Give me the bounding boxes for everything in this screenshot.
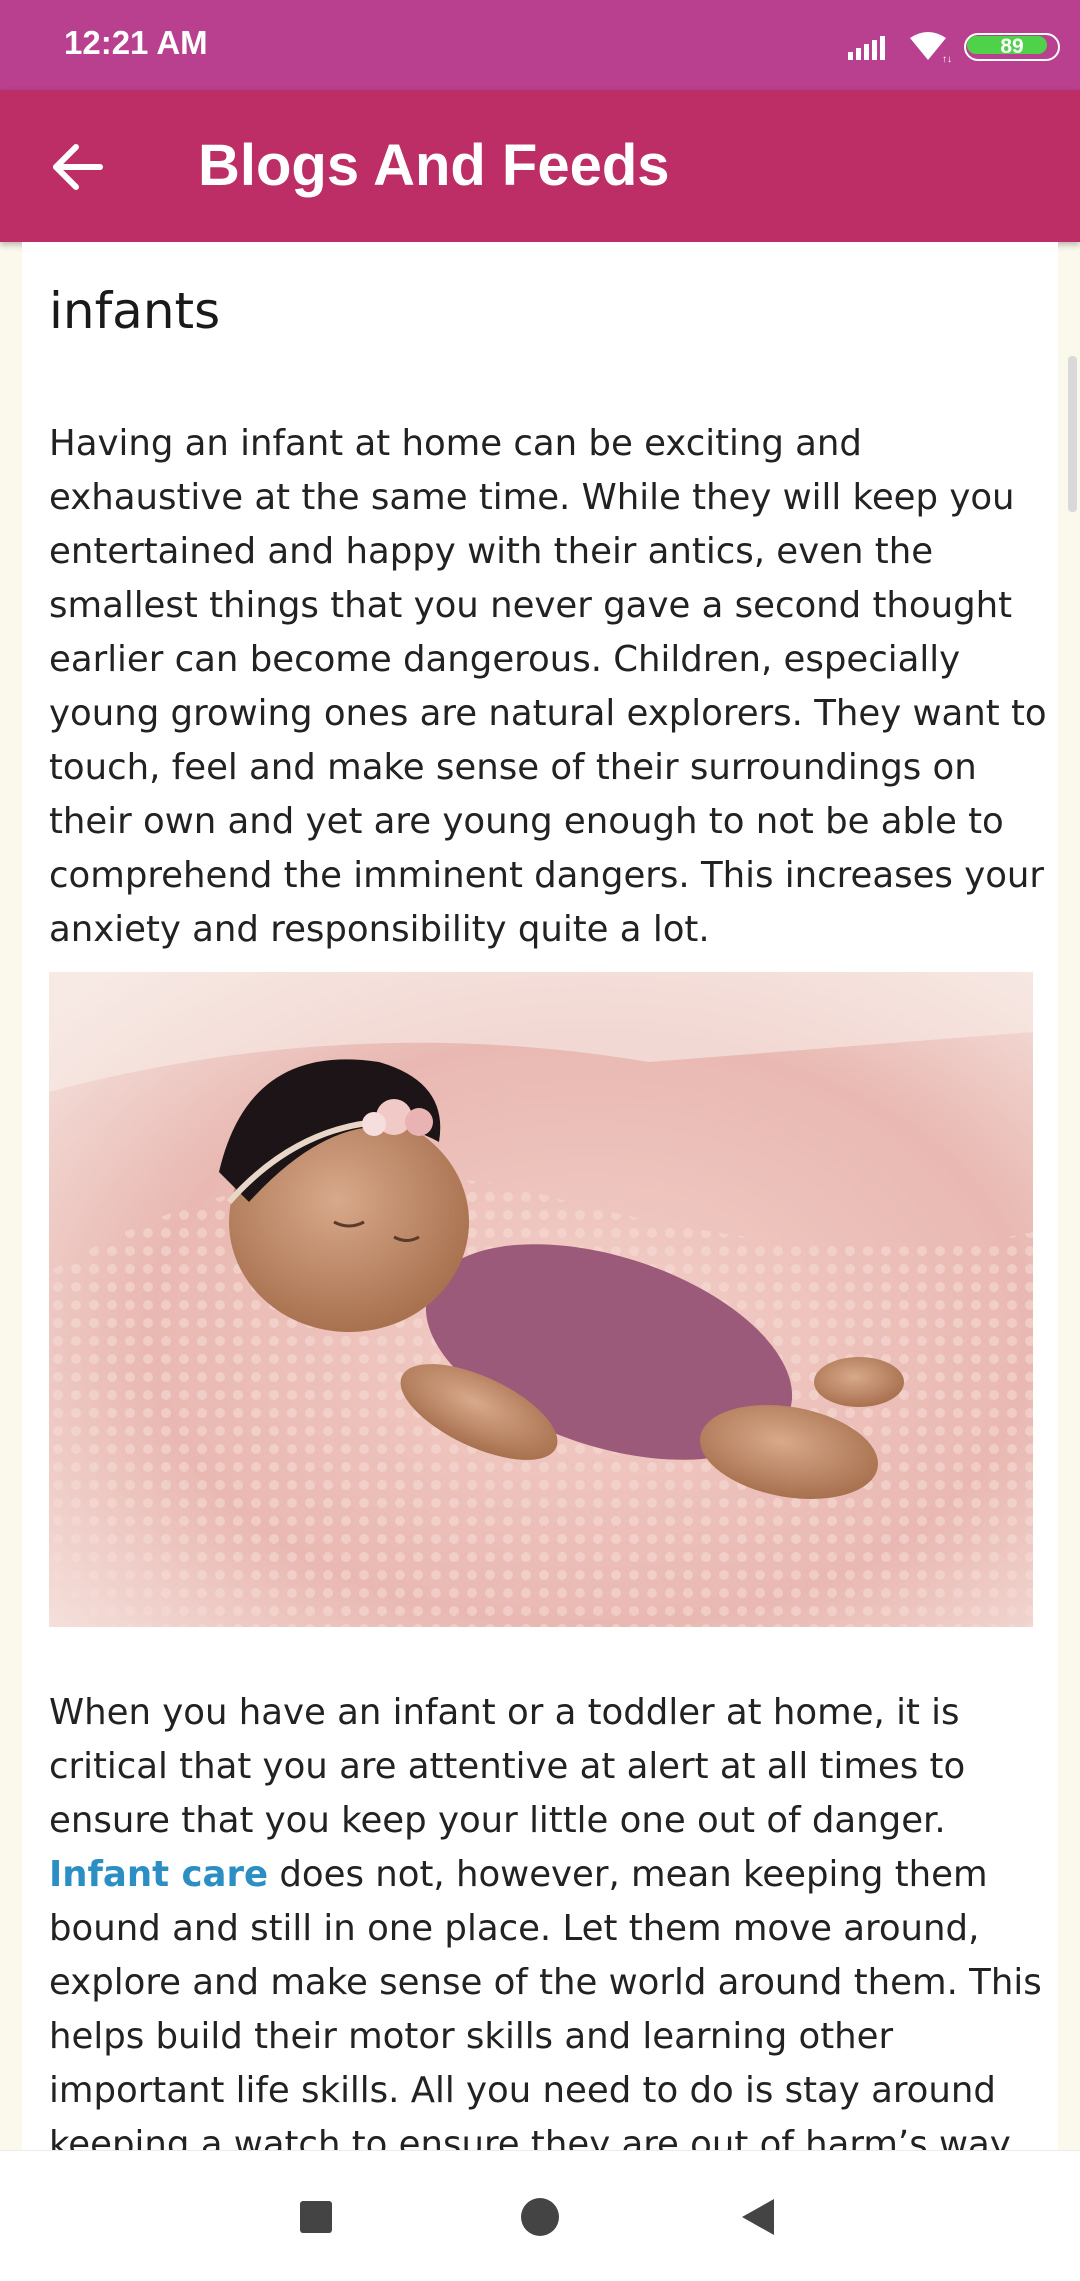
battery-level: 89: [1000, 35, 1024, 58]
svg-text:↑↓: ↑↓: [942, 54, 952, 64]
scrollbar-thumb[interactable]: [1068, 356, 1077, 512]
article-paragraph-1: Having an infant at home can be exciting…: [49, 423, 1047, 950]
page-title: Blogs And Feeds: [198, 133, 670, 198]
app-bar: Blogs And Feeds: [0, 90, 1080, 242]
article-title: infants: [49, 282, 221, 340]
article-paragraph-2: When you have an infant or a toddler at …: [49, 1686, 1049, 2150]
infant-care-link[interactable]: Infant care: [49, 1854, 268, 1895]
signal-icon: [848, 36, 885, 60]
paragraph-2-text-end: does not, however, mean keeping them bou…: [49, 1854, 1042, 2150]
article-card[interactable]: infants Having an infant at home can be …: [22, 242, 1058, 2150]
back-triangle-icon[interactable]: [736, 2193, 784, 2241]
paragraph-2-text-start: When you have an infant or a toddler at …: [49, 1692, 966, 1841]
recents-square-icon[interactable]: [292, 2193, 340, 2241]
status-time: 12:21 AM: [64, 24, 208, 61]
system-nav-bar: [0, 2150, 1080, 2281]
home-circle-icon[interactable]: [516, 2193, 564, 2241]
battery-icon: 89: [964, 33, 1064, 61]
status-bar: 12:21 AM ↑↓ 89: [0, 0, 1080, 90]
infant-photo: [49, 972, 1033, 1627]
wifi-icon: ↑↓: [910, 32, 952, 64]
arrow-left-icon[interactable]: [48, 137, 108, 197]
